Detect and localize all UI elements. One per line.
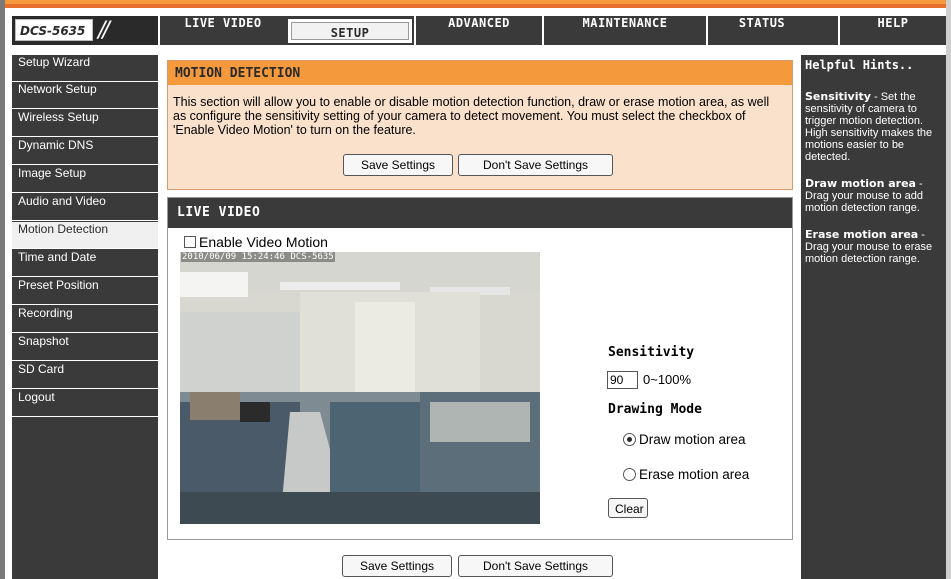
sidebar-item-image-setup[interactable]: Image Setup bbox=[12, 166, 158, 193]
top-accent-strip bbox=[0, 0, 951, 10]
tab-help[interactable]: HELP bbox=[838, 16, 946, 45]
sidebar-item-preset-position[interactable]: Preset Position bbox=[12, 278, 158, 305]
hint-erase-sep: - bbox=[918, 229, 925, 241]
tab-maintenance[interactable]: MAINTENANCE bbox=[542, 16, 706, 45]
sidebar-item-snapshot[interactable]: Snapshot bbox=[12, 334, 158, 361]
brand-logo: DCS-5635 // bbox=[12, 16, 158, 45]
enable-video-motion-label: Enable Video Motion bbox=[199, 234, 328, 250]
hint-sensitivity-heading: Sensitivity bbox=[805, 90, 871, 103]
erase-motion-area-radio[interactable] bbox=[623, 468, 636, 481]
live-video-title: LIVE VIDEO bbox=[168, 198, 792, 228]
dont-save-settings-button[interactable]: Don't Save Settings bbox=[458, 154, 613, 176]
hint-sensitivity-sep: - bbox=[870, 91, 881, 103]
tab-setup-label: SETUP bbox=[291, 22, 409, 40]
clear-button[interactable]: Clear bbox=[608, 498, 648, 518]
sensitivity-range: 0~100% bbox=[643, 372, 692, 387]
sidebar-item-time-date[interactable]: Time and Date bbox=[12, 250, 158, 277]
hint-erase-heading: Erase motion area bbox=[805, 228, 919, 241]
footer-dont-save-settings-button[interactable]: Don't Save Settings bbox=[458, 555, 613, 577]
live-video-panel: LIVE VIDEO Enable Video Motion 2010/06/0… bbox=[167, 197, 793, 540]
model-name: DCS-5635 bbox=[15, 19, 93, 41]
sensitivity-label: Sensitivity bbox=[608, 345, 695, 360]
sidebar-item-audio-video[interactable]: Audio and Video bbox=[12, 194, 158, 221]
hint-draw: Draw motion area - Drag your mouse to ad… bbox=[805, 177, 942, 214]
hint-sensitivity: Sensitivity - Set the sensitivity of cam… bbox=[805, 90, 942, 163]
draw-motion-area-option[interactable]: Draw motion area bbox=[623, 432, 746, 448]
sidebar-item-wireless-setup[interactable]: Wireless Setup bbox=[12, 110, 158, 137]
motion-detection-panel: MOTION DETECTION This section will allow… bbox=[167, 60, 793, 190]
helpful-hints-panel: Helpful Hints.. Sensitivity - Set the se… bbox=[801, 55, 946, 579]
hint-erase: Erase motion area - Drag your mouse to e… bbox=[805, 228, 942, 265]
enable-video-motion-checkbox[interactable] bbox=[184, 236, 196, 248]
logo-slashes-icon: // bbox=[98, 18, 110, 43]
erase-motion-area-label: Erase motion area bbox=[639, 467, 750, 482]
sensitivity-input[interactable] bbox=[607, 371, 638, 389]
sidebar-item-logout[interactable]: Logout bbox=[12, 390, 158, 417]
draw-motion-area-radio[interactable] bbox=[623, 433, 636, 446]
footer-save-settings-button[interactable]: Save Settings bbox=[342, 555, 452, 577]
top-accent-light bbox=[0, 0, 951, 4]
save-settings-button[interactable]: Save Settings bbox=[343, 154, 453, 176]
sidebar-item-motion-detection[interactable]: Motion Detection bbox=[12, 222, 158, 249]
motion-detection-title: MOTION DETECTION bbox=[168, 61, 792, 85]
hint-draw-body: Drag your mouse to add motion detection … bbox=[805, 190, 924, 214]
tab-setup[interactable]: SETUP bbox=[286, 16, 414, 45]
video-timestamp: 2010/06/09 15:24:46 DCS-5635 bbox=[181, 252, 335, 262]
hint-draw-heading: Draw motion area bbox=[805, 177, 916, 190]
sidebar-item-network-setup[interactable]: Network Setup bbox=[12, 82, 158, 109]
camera-video-feed[interactable]: 2010/06/09 15:24:46 DCS-5635 bbox=[180, 252, 540, 524]
enable-video-motion-row[interactable]: Enable Video Motion bbox=[184, 234, 328, 250]
drawing-mode-label: Drawing Mode bbox=[608, 402, 702, 417]
sidebar-item-dynamic-dns[interactable]: Dynamic DNS bbox=[12, 138, 158, 165]
hint-draw-sep: - bbox=[915, 178, 923, 190]
erase-motion-area-option[interactable]: Erase motion area bbox=[623, 467, 749, 483]
helpful-hints-title: Helpful Hints.. bbox=[805, 58, 914, 72]
tab-advanced[interactable]: ADVANCED bbox=[414, 16, 542, 45]
left-border bbox=[0, 0, 5, 579]
sidebar-item-setup-wizard[interactable]: Setup Wizard bbox=[12, 55, 158, 82]
hint-erase-body: Drag your mouse to erase motion detectio… bbox=[805, 241, 933, 265]
camera-frame-image bbox=[180, 252, 540, 524]
motion-detection-description: This section will allow you to enable or… bbox=[173, 95, 770, 137]
sidebar-item-recording[interactable]: Recording bbox=[12, 306, 158, 333]
tab-status[interactable]: STATUS bbox=[706, 16, 816, 45]
tab-live-video[interactable]: LIVE VIDEO bbox=[158, 16, 286, 45]
draw-motion-area-label: Draw motion area bbox=[639, 432, 746, 447]
sidebar-item-sd-card[interactable]: SD Card bbox=[12, 362, 158, 389]
right-border bbox=[946, 0, 951, 579]
